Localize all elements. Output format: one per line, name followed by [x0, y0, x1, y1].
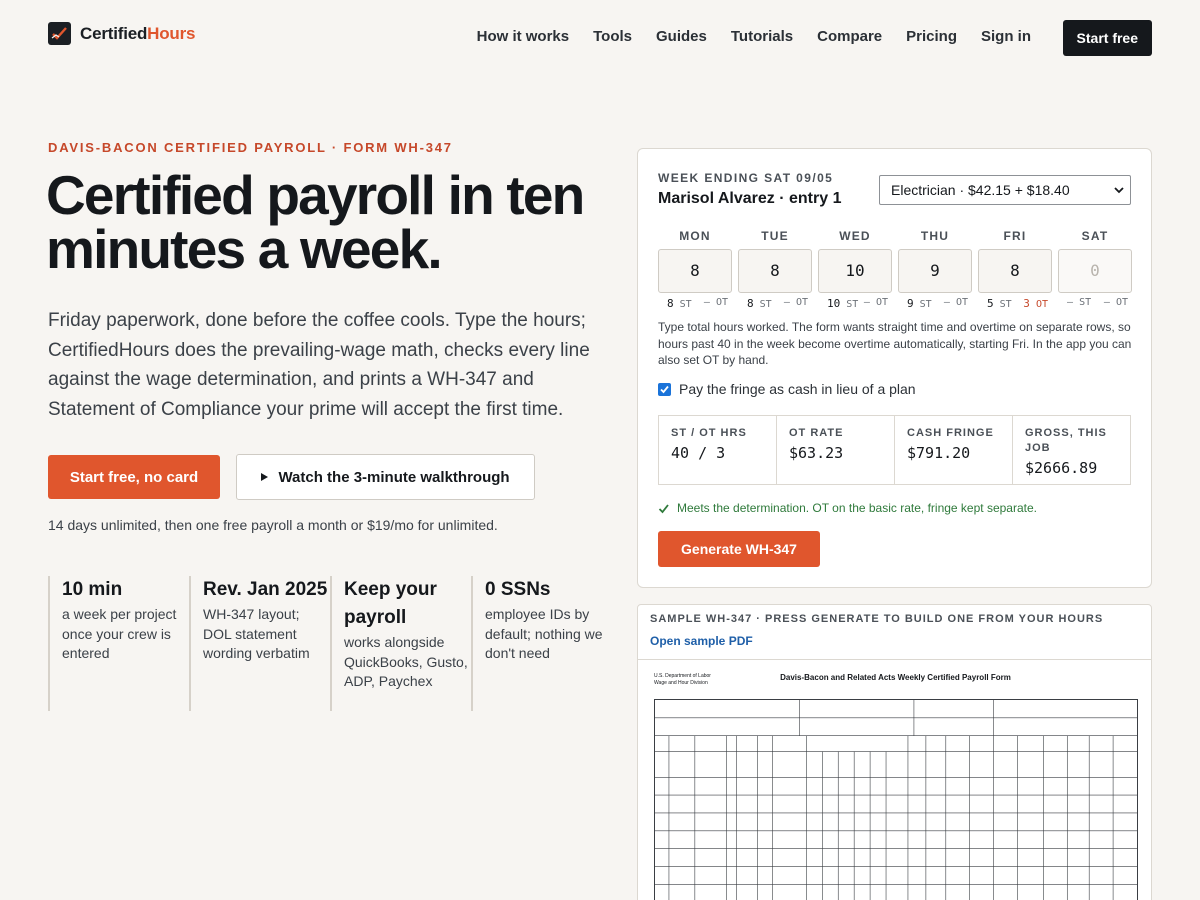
stats-row: 10 min a week per project once your crew… — [48, 576, 612, 711]
hours-input-sat[interactable]: 0 — [1058, 249, 1132, 293]
stat-text: works alongside QuickBooks, Gusto, ADP, … — [344, 634, 468, 689]
sample-document-thumbnail: U.S. Department of Labor Wage and Hour D… — [652, 673, 1139, 900]
nav-link-compare[interactable]: Compare — [817, 28, 882, 45]
day-label: TUE — [761, 229, 789, 243]
compliance-text: Meets the determination. OT on the basic… — [677, 501, 1037, 515]
stat-title: 0 SSNs — [485, 579, 551, 600]
hero-eyebrow: DAVIS-BACON CERTIFIED PAYROLL · FORM WH-… — [48, 140, 453, 155]
total-label: CASH FRINGE — [907, 427, 994, 439]
day-column-tue: TUE 8 8 ST – OT — [738, 229, 812, 310]
worker-name: Marisol Alvarez · entry 1 — [658, 190, 842, 207]
st-ot-split: 8 ST – OT — [747, 297, 808, 310]
total-gross: GROSS, THIS JOB $2666.89 — [1013, 416, 1130, 484]
total-value: $63.23 — [789, 444, 844, 462]
fringe-checkbox[interactable] — [658, 382, 671, 396]
chevron-down-icon — [1114, 187, 1124, 194]
hours-input-thu[interactable]: 9 — [898, 249, 972, 293]
fringe-label: Pay the fringe as cash in lieu of a plan — [679, 381, 916, 397]
doc-table-grid — [654, 699, 1138, 900]
fringe-cash-option[interactable]: Pay the fringe as cash in lieu of a plan — [658, 381, 916, 397]
classification-value: Electrician · $42.15 + $18.40 — [891, 182, 1070, 198]
day-column-sat: SAT 0 – ST – OT — [1058, 229, 1132, 310]
total-value: 40 / 3 — [671, 444, 726, 462]
day-label: FRI — [1003, 229, 1027, 243]
nav-link-how-it-works[interactable]: How it works — [477, 28, 570, 45]
sample-wh347-preview: SAMPLE WH-347 · PRESS GENERATE TO BUILD … — [637, 604, 1152, 900]
check-icon — [658, 503, 669, 513]
day-label: MON — [679, 229, 711, 243]
day-column-fri: FRI 8 5 ST 3 OT — [978, 229, 1052, 310]
open-sample-pdf-link[interactable]: Open sample PDF — [650, 634, 1139, 648]
hours-input-mon[interactable]: 8 — [658, 249, 732, 293]
total-label: ST / OT HRS — [671, 427, 747, 439]
stat-text: WH-347 layout; DOL statement wording ver… — [203, 606, 310, 661]
total-value: $2666.89 — [1025, 459, 1098, 477]
st-ot-split: 8 ST – OT — [667, 297, 728, 310]
stat-title: Keep your payroll — [344, 579, 437, 628]
hours-input-fri[interactable]: 8 — [978, 249, 1052, 293]
pricing-fineprint: 14 days unlimited, then one free payroll… — [48, 517, 498, 533]
nav-link-sign-in[interactable]: Sign in — [981, 28, 1031, 45]
doc-title: Davis-Bacon and Related Acts Weekly Cert… — [780, 673, 1011, 682]
checkmark-logo-icon — [48, 22, 71, 45]
brand-logo[interactable]: CertifiedHours — [48, 22, 195, 45]
nav-link-tools[interactable]: Tools — [593, 28, 632, 45]
st-ot-split: – ST – OT — [1067, 297, 1128, 308]
day-column-thu: THU 9 9 ST – OT — [898, 229, 972, 310]
watch-walkthrough-button[interactable]: Watch the 3-minute walkthrough — [236, 454, 535, 500]
st-ot-split: 5 ST 3 OT — [987, 297, 1048, 310]
total-label: OT RATE — [789, 427, 844, 439]
total-label: GROSS, THIS JOB — [1025, 427, 1107, 454]
day-label: WED — [839, 229, 871, 243]
nav-link-tutorials[interactable]: Tutorials — [731, 28, 793, 45]
day-label: THU — [920, 229, 950, 243]
generate-wh347-button[interactable]: Generate WH-347 — [658, 531, 820, 567]
hero-lede: Friday paperwork, done before the coffee… — [48, 310, 590, 420]
doc-agency: U.S. Department of Labor Wage and Hour D… — [654, 673, 711, 686]
hours-help-text: Type total hours worked. The form wants … — [658, 320, 1132, 367]
total-st-ot-hours: ST / OT HRS 40 / 3 — [659, 416, 777, 484]
total-cash-fringe: CASH FRINGE $791.20 — [895, 416, 1013, 484]
nav-link-guides[interactable]: Guides — [656, 28, 707, 45]
sample-header: SAMPLE WH-347 · PRESS GENERATE TO BUILD … — [638, 605, 1151, 660]
day-hours-grid: MON 8 8 ST – OT TUE 8 8 ST – OT WED 10 1… — [658, 229, 1132, 310]
total-ot-rate: OT RATE $63.23 — [777, 416, 895, 484]
compliance-status: Meets the determination. OT on the basic… — [658, 501, 1037, 515]
stat-title: 10 min — [62, 579, 123, 600]
top-nav: CertifiedHours How it works Tools Guides… — [0, 0, 1200, 76]
stat-item: Rev. Jan 2025 WH-347 layout; DOL stateme… — [189, 576, 330, 711]
hero-headline: Certified payroll in ten minutes a week. — [46, 164, 585, 280]
stat-item: 10 min a week per project once your crew… — [48, 576, 189, 711]
st-ot-split: 9 ST – OT — [907, 297, 968, 310]
totals-summary: ST / OT HRS 40 / 3 OT RATE $63.23 CASH F… — [658, 415, 1131, 485]
play-icon — [261, 473, 269, 481]
week-ending-label: WEEK ENDING SAT 09/05 — [658, 171, 834, 185]
day-column-mon: MON 8 8 ST – OT — [658, 229, 732, 310]
stat-item: 0 SSNs employee IDs by default; nothing … — [471, 576, 612, 711]
start-free-no-card-button[interactable]: Start free, no card — [48, 455, 220, 499]
stat-text: employee IDs by default; nothing we don'… — [485, 606, 603, 661]
checkmark-icon — [660, 385, 669, 393]
classification-select[interactable]: Electrician · $42.15 + $18.40 — [879, 175, 1131, 205]
st-ot-split: 10 ST – OT — [827, 297, 888, 310]
stat-text: a week per project once your crew is ent… — [62, 606, 177, 661]
nav-links: How it works Tools Guides Tutorials Comp… — [453, 28, 1031, 45]
sample-title: SAMPLE WH-347 · PRESS GENERATE TO BUILD … — [650, 613, 1104, 625]
total-value: $791.20 — [907, 444, 971, 462]
day-label: SAT — [1081, 229, 1109, 243]
stat-item: Keep your payroll works alongside QuickB… — [330, 576, 471, 711]
payroll-calculator-card: WEEK ENDING SAT 09/05 Marisol Alvarez · … — [637, 148, 1152, 588]
doc-subtitle-rule — [652, 684, 1139, 689]
stat-title: Rev. Jan 2025 — [203, 579, 328, 600]
start-free-button[interactable]: Start free — [1062, 20, 1152, 56]
hours-input-tue[interactable]: 8 — [738, 249, 812, 293]
nav-link-pricing[interactable]: Pricing — [906, 28, 957, 45]
day-column-wed: WED 10 10 ST – OT — [818, 229, 892, 310]
hours-input-wed[interactable]: 10 — [818, 249, 892, 293]
watch-walkthrough-label: Watch the 3-minute walkthrough — [278, 468, 510, 486]
brand-name: CertifiedHours — [80, 23, 196, 43]
